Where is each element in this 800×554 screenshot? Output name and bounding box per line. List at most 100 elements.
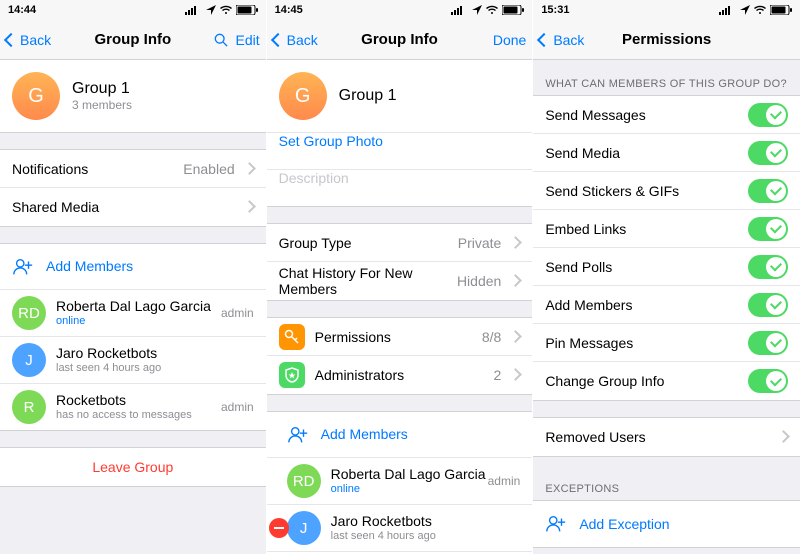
permission-row: Change Group Info [533,362,800,400]
status-time: 14:44 [8,4,36,16]
chevron-right-icon [511,366,520,384]
member-avatar: RD [12,296,46,330]
admin-row-star[interactable]: Administrators 2 [267,356,533,394]
permission-label: Change Group Info [545,373,664,389]
setting-row[interactable]: Notifications Enabled [0,150,266,188]
member-row[interactable]: R Rocketbots has no access to messages a… [0,384,266,430]
key-icon [279,324,305,350]
leave-section: Leave Group [0,447,266,487]
group-members-count: 3 members [72,98,132,112]
leave-group-button[interactable]: Leave Group [0,448,266,486]
member-avatar: RD [287,464,321,498]
setting-row[interactable]: Shared Media [0,188,266,226]
signal-icon [451,5,469,15]
chevron-right-icon [511,272,520,290]
nav-bar: Back Group Info Done [267,20,533,60]
nav-bar: Back Group Info Edit [0,20,266,60]
permissions-list: Send Messages Send Media Send Stickers &… [533,95,800,401]
battery-icon [502,5,524,15]
group-header: G Group 1 [267,60,533,133]
delete-icon[interactable] [269,518,289,538]
permission-label: Send Stickers & GIFs [545,183,679,199]
member-name: Jaro Rocketbots [56,345,161,362]
member-tag: admin [221,306,254,320]
admin-section: Permissions 8/8 Administrators 2 [267,317,533,395]
setting-label: Notifications [12,161,183,177]
setting-row[interactable]: Chat History For New Members Hidden [267,262,533,300]
permission-row: Send Messages [533,96,800,134]
edit-button[interactable]: Edit [236,32,260,48]
toggle-switch[interactable] [748,179,788,203]
toggle-switch[interactable] [748,369,788,393]
permission-label: Send Polls [545,259,612,275]
status-bar: 14:44 [0,0,266,20]
chevron-left-icon [6,32,18,48]
member-status: last seen 4 hours ago [331,530,436,543]
location-icon [472,5,482,15]
battery-icon [236,5,258,15]
permission-label: Embed Links [545,221,626,237]
screen-group-info-edit: 14:45 Back Group Info Done G Group 1 Set… [267,0,534,554]
permission-row: Send Polls [533,248,800,286]
toggle-switch[interactable] [748,141,788,165]
setting-label: Shared Media [12,199,241,215]
chevron-right-icon [779,428,788,446]
admin-row-key[interactable]: Permissions 8/8 [267,318,533,356]
section-header-whatcan: WHAT CAN MEMBERS OF THIS GROUP DO? [533,60,800,95]
members-section: Add Members RD Roberta Dal Lago Garcia o… [0,243,266,431]
member-status: online [56,315,211,328]
toggle-switch[interactable] [748,217,788,241]
group-name-input[interactable]: Group 1 [339,87,397,105]
permission-row: Send Stickers & GIFs [533,172,800,210]
member-row[interactable]: RD Roberta Dal Lago Garcia online admin [0,290,266,337]
add-members-button[interactable]: Add Members [267,412,533,458]
group-name: Group 1 [72,80,132,98]
star-icon [279,362,305,388]
setting-value: Private [458,234,521,252]
removed-users-section: Removed Users [533,417,800,457]
add-member-icon [545,513,567,535]
status-time: 15:31 [541,4,569,16]
exceptions-section: Add Exception [533,500,800,548]
page-title: Permissions [601,31,732,48]
permission-label: Send Messages [545,107,645,123]
section-header-exceptions: EXCEPTIONS [533,473,800,500]
setting-label: Group Type [279,235,458,251]
setting-row[interactable]: Group Type Private [267,224,533,262]
toggle-switch[interactable] [748,103,788,127]
settings-section: Notifications Enabled Shared Media [0,149,266,227]
status-bar: 14:45 [267,0,533,20]
toggle-switch[interactable] [748,331,788,355]
member-avatar: R [12,390,46,424]
permission-row: Pin Messages [533,324,800,362]
member-name: Roberta Dal Lago Garcia [56,298,211,315]
add-exception-button[interactable]: Add Exception [533,501,800,547]
toggle-switch[interactable] [748,255,788,279]
removed-users-button[interactable]: Removed Users [533,418,800,456]
set-group-photo-button[interactable]: Set Group Photo [267,133,533,169]
member-row[interactable]: J Jaro Rocketbots last seen 4 hours ago [267,505,533,552]
member-status: online [331,483,486,496]
chevron-right-icon [245,198,254,216]
permission-row: Embed Links [533,210,800,248]
add-member-icon [287,424,309,446]
group-avatar[interactable]: G [279,72,327,120]
toggle-switch[interactable] [748,293,788,317]
add-members-button[interactable]: Add Members [0,244,266,290]
member-row[interactable]: J Jaro Rocketbots last seen 4 hours ago [0,337,266,384]
back-button[interactable]: Back [6,32,68,48]
setting-value: Hidden [457,272,520,290]
wifi-icon [219,5,233,15]
status-right [185,5,258,15]
member-avatar: J [287,511,321,545]
member-row[interactable]: RD Roberta Dal Lago Garcia online admin [267,458,533,505]
done-button[interactable]: Done [493,32,526,48]
member-tag: admin [221,400,254,414]
back-button[interactable]: Back [273,32,335,48]
group-type-section: Group Type Private Chat History For New … [267,223,533,301]
location-icon [740,5,750,15]
description-input[interactable]: Description [267,170,533,206]
back-button[interactable]: Back [539,32,601,48]
signal-icon [719,5,737,15]
search-icon[interactable] [214,33,228,47]
